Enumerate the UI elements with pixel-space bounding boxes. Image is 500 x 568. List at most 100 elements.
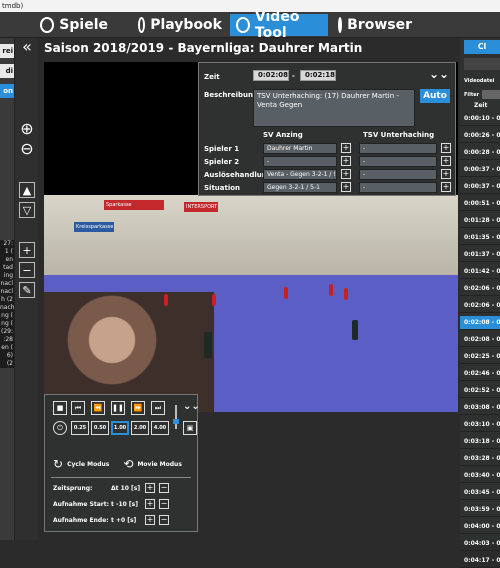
situation-left-select[interactable]: Gegen 3-2-1 / 5-1	[263, 182, 337, 193]
movie-mode-label[interactable]: Movie Modus	[137, 461, 181, 468]
time-list-item[interactable]: 0:02:06 - 0	[460, 282, 500, 296]
spieler-2-right-select[interactable]: -	[359, 156, 437, 167]
time-list-item[interactable]: 0:01:35 - 0	[460, 231, 500, 245]
time-list-item[interactable]: 0:02:46 - 0	[460, 367, 500, 381]
list-item[interactable]: ng (	[0, 320, 13, 328]
minus-icon[interactable]: −	[159, 483, 169, 493]
time-list-item[interactable]: 0:03:40 - 0	[460, 469, 500, 483]
ausloesehandlung-left-select[interactable]: Venta - Gegen 3-2-1 / !	[263, 169, 337, 180]
time-list-item[interactable]: 0:00:26 - 0	[460, 129, 500, 143]
add-icon[interactable]: +	[441, 156, 451, 166]
collapse-panel-icon[interactable]: ⌄⌄	[429, 67, 449, 81]
tab-video-tool[interactable]: Video Tool	[230, 9, 328, 41]
time-end-field[interactable]: 0:02:18	[300, 70, 336, 81]
ausloesehandlung-right-select[interactable]: -	[359, 169, 437, 180]
time-list-item[interactable]: 0:03:59 - 0	[460, 503, 500, 517]
remove-icon[interactable]: −	[19, 262, 35, 278]
volume-slider-handle[interactable]	[173, 419, 179, 424]
add-icon[interactable]: +	[145, 499, 155, 509]
time-list-item[interactable]: 0:02:25 - 0	[460, 350, 500, 364]
list-item[interactable]: 27:	[0, 240, 13, 248]
time-list-item[interactable]: 0:04:03 - 0	[460, 537, 500, 551]
list-item[interactable]: en	[0, 256, 14, 264]
list-item[interactable]: tad	[0, 264, 13, 272]
tab-playbook[interactable]: Playbook	[132, 14, 228, 36]
collapse-controls-icon[interactable]: ⌄⌄	[183, 401, 200, 412]
right-top-button[interactable]: Cl	[464, 40, 500, 54]
volume-slider-track[interactable]	[175, 405, 177, 429]
screen-icon[interactable]: ▣	[183, 421, 197, 435]
list-item[interactable]: ng (	[0, 312, 13, 320]
left-tab-2[interactable]: di	[0, 64, 14, 78]
skip-back-icon[interactable]: ⏮	[71, 401, 85, 415]
time-list-item[interactable]: 0:03:18 - 0	[460, 435, 500, 449]
cycle-icon[interactable]: ↻	[53, 457, 63, 471]
add-icon[interactable]: +	[441, 169, 451, 179]
time-list-item[interactable]: 0:04:00 - 0	[460, 520, 500, 534]
add-icon[interactable]: +	[341, 143, 351, 153]
zoom-in-icon[interactable]: ⊕	[19, 119, 35, 138]
collapse-left-icon[interactable]: «	[19, 37, 35, 56]
list-item[interactable]: :28	[0, 336, 13, 344]
list-item[interactable]: nacl	[0, 280, 13, 288]
time-start-field[interactable]: 0:02:08	[253, 70, 289, 81]
left-tab-3[interactable]: on	[0, 84, 14, 98]
spieler-2-left-select[interactable]: -	[263, 156, 337, 167]
time-list-item[interactable]: 0:03:10 - 0	[460, 418, 500, 432]
movie-icon[interactable]: ⟲	[123, 457, 133, 471]
time-list-item[interactable]: 0:01:28 - 0	[460, 214, 500, 228]
time-list-item[interactable]: 0:01:42 - 0	[460, 265, 500, 279]
stop-icon[interactable]: ■	[53, 401, 67, 415]
minus-icon[interactable]: −	[159, 499, 169, 509]
time-list-item[interactable]: 0:03:08 - 0	[460, 401, 500, 415]
add-icon[interactable]: +	[441, 182, 451, 192]
add-icon[interactable]: +	[145, 483, 155, 493]
auto-button[interactable]: Auto	[420, 89, 450, 103]
list-item[interactable]: h (2	[0, 296, 13, 304]
time-list-item[interactable]: 0:00:51 - 0	[460, 197, 500, 211]
left-tab-1[interactable]: rei	[0, 44, 14, 58]
speed-button[interactable]: 0.50	[91, 421, 109, 435]
time-list-item[interactable]: 0:02:52 - 0	[460, 384, 500, 398]
add-icon[interactable]: +	[145, 515, 155, 525]
time-list-item[interactable]: 0:02:06 - 0	[460, 299, 500, 313]
minus-icon[interactable]: −	[159, 515, 169, 525]
time-list-item[interactable]: 0:02:08 - 0	[460, 333, 500, 347]
list-item[interactable]: nacl	[0, 288, 13, 296]
speed-button[interactable]: 0.25	[71, 421, 89, 435]
time-list-item-selected[interactable]: 0:02:08 - 0	[460, 316, 500, 330]
edit-icon[interactable]: ✎	[19, 282, 35, 298]
list-item[interactable]: en (	[0, 344, 13, 352]
list-item[interactable]: 1 (	[0, 248, 13, 256]
time-list-item[interactable]: 0:00:28 - 0	[460, 146, 500, 160]
time-list-item[interactable]: 0:04:17 - 0	[460, 554, 500, 568]
time-list-item[interactable]: 0:00:37 - 0	[460, 180, 500, 194]
add-icon[interactable]: +	[341, 156, 351, 166]
fast-forward-icon[interactable]: ⏩	[131, 401, 145, 415]
pause-icon[interactable]: ❚❚	[111, 401, 125, 415]
time-list-item[interactable]: 0:00:10 - 0	[460, 112, 500, 126]
rewind-icon[interactable]: ⏪	[91, 401, 105, 415]
add-icon[interactable]: +	[441, 143, 451, 153]
filter-input[interactable]	[482, 90, 500, 99]
speed-button[interactable]: 2.00	[131, 421, 149, 435]
situation-right-select[interactable]: -	[359, 182, 437, 193]
move-up-icon[interactable]: ▲	[19, 182, 35, 198]
cycle-mode-label[interactable]: Cycle Modus	[67, 461, 109, 468]
spieler-1-right-select[interactable]: -	[359, 143, 437, 154]
zoom-out-icon[interactable]: ⊖	[19, 139, 35, 158]
list-item[interactable]: (2	[0, 360, 13, 368]
move-down-icon[interactable]: ▽	[19, 202, 35, 218]
tab-spiele[interactable]: Spiele	[34, 14, 114, 36]
spieler-1-left-select[interactable]: Dauhrer Martin	[263, 143, 337, 154]
list-item[interactable]: ing	[0, 272, 13, 280]
speed-button-selected[interactable]: 1.00	[111, 421, 129, 435]
add-icon[interactable]: +	[341, 169, 351, 179]
list-item[interactable]: (29:	[0, 328, 13, 336]
list-item[interactable]: nach	[0, 304, 15, 312]
time-list-item[interactable]: 0:01:37 - 0	[460, 248, 500, 262]
list-item[interactable]: 6)	[0, 352, 13, 360]
add-icon[interactable]: +	[19, 242, 35, 258]
tab-browser[interactable]: Browser	[332, 14, 418, 36]
power-icon[interactable]: ⏻	[53, 421, 67, 435]
